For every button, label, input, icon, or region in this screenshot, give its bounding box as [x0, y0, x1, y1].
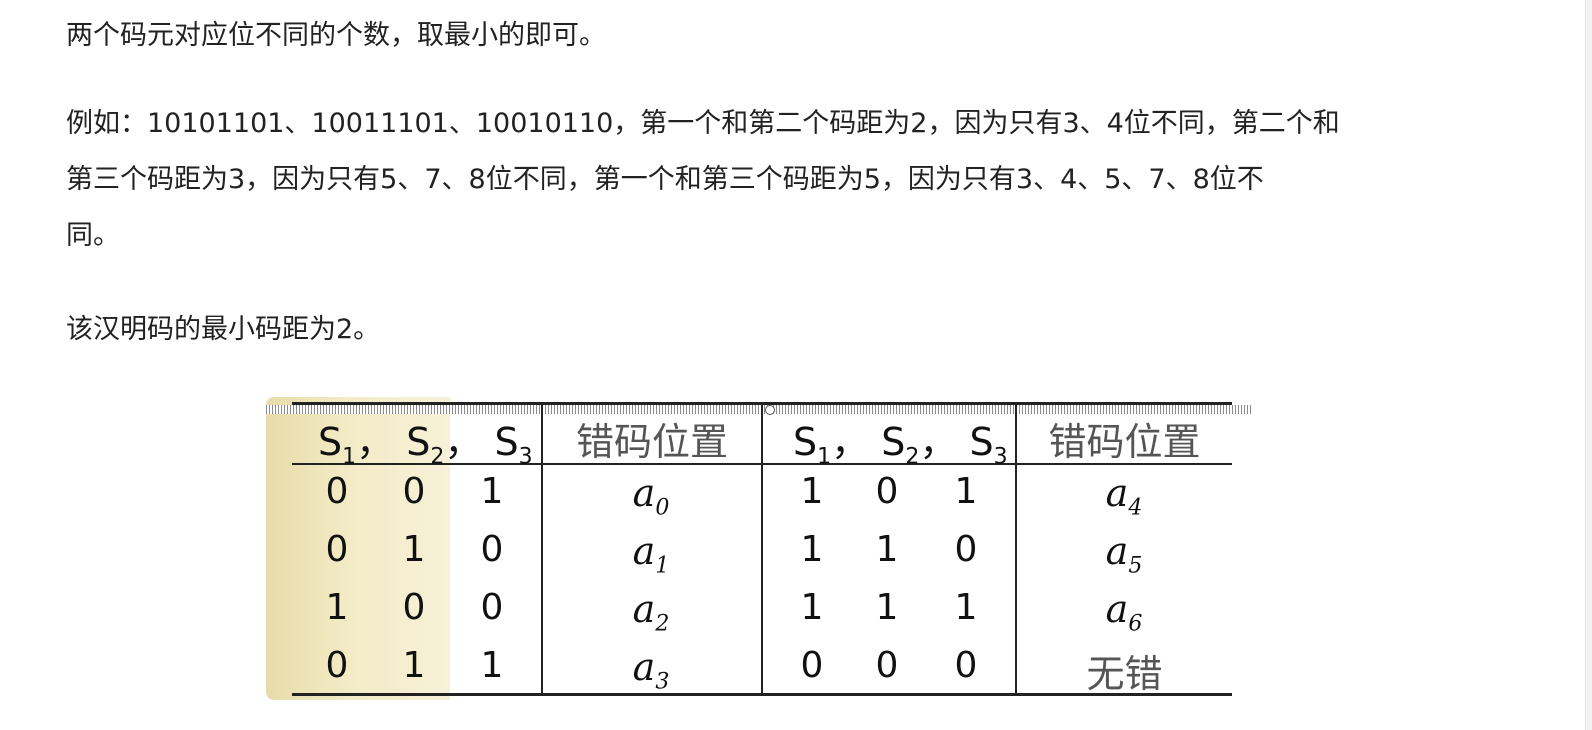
left-row-2-s2: 1	[402, 529, 426, 570]
right-row-4-s3: 0	[954, 645, 978, 686]
right-row-3-position: a6	[1105, 587, 1143, 637]
paragraph-conclusion: 该汉明码的最小码距为2。	[66, 314, 381, 345]
left-row-3-position: a2	[632, 587, 670, 637]
right-row-4-s2: 0	[875, 645, 899, 686]
right-row-1-s3: 1	[954, 471, 978, 512]
left-row-1-s2: 0	[402, 471, 426, 512]
error-position-header-left: 错码位置	[575, 420, 728, 464]
paragraph-example: 例如：10101101、10011101、10010110，第一个和第二个码距为…	[66, 108, 1340, 251]
left-row-1-s3: 1	[480, 471, 504, 512]
right-row-4-s1: 0	[800, 645, 824, 686]
syndrome-header-right: S1， S2， S3	[793, 420, 1008, 470]
error-position-table-image: S1， S2， S3 错码位置 S1， S2， S3 错码位置 0 0 1 a0…	[266, 397, 1252, 700]
left-row-2-position: a1	[632, 529, 670, 579]
left-row-1-s1: 0	[325, 471, 349, 512]
error-position-header-right: 错码位置	[1048, 420, 1201, 464]
right-row-4-no-error: 无错	[1086, 652, 1163, 696]
table-divider-2	[761, 402, 763, 695]
right-row-2-s1: 1	[800, 529, 824, 570]
right-row-1-s2: 0	[875, 471, 899, 512]
right-row-1-s1: 1	[800, 471, 824, 512]
left-row-4-position: a3	[632, 645, 670, 695]
right-row-3-s2: 1	[875, 587, 899, 628]
syndrome-header-left: S1， S2， S3	[318, 420, 533, 470]
right-row-2-s2: 1	[875, 529, 899, 570]
table-border-marker	[765, 405, 775, 415]
page-scrollbar[interactable]	[1585, 0, 1592, 730]
left-row-3-s2: 0	[402, 587, 426, 628]
left-row-4-s2: 1	[402, 645, 426, 686]
left-row-3-s3: 0	[480, 587, 504, 628]
left-row-4-s1: 0	[325, 645, 349, 686]
left-row-2-s3: 0	[480, 529, 504, 570]
paragraph-definition: 两个码元对应位不同的个数，取最小的即可。	[66, 20, 606, 51]
right-row-2-position: a5	[1105, 529, 1143, 579]
left-row-3-s1: 1	[325, 587, 349, 628]
right-row-3-s3: 1	[954, 587, 978, 628]
left-row-1-position: a0	[632, 471, 670, 521]
right-row-2-s3: 0	[954, 529, 978, 570]
right-row-3-s1: 1	[800, 587, 824, 628]
right-row-1-position: a4	[1105, 471, 1143, 521]
left-row-4-s3: 1	[480, 645, 504, 686]
left-row-2-s1: 0	[325, 529, 349, 570]
